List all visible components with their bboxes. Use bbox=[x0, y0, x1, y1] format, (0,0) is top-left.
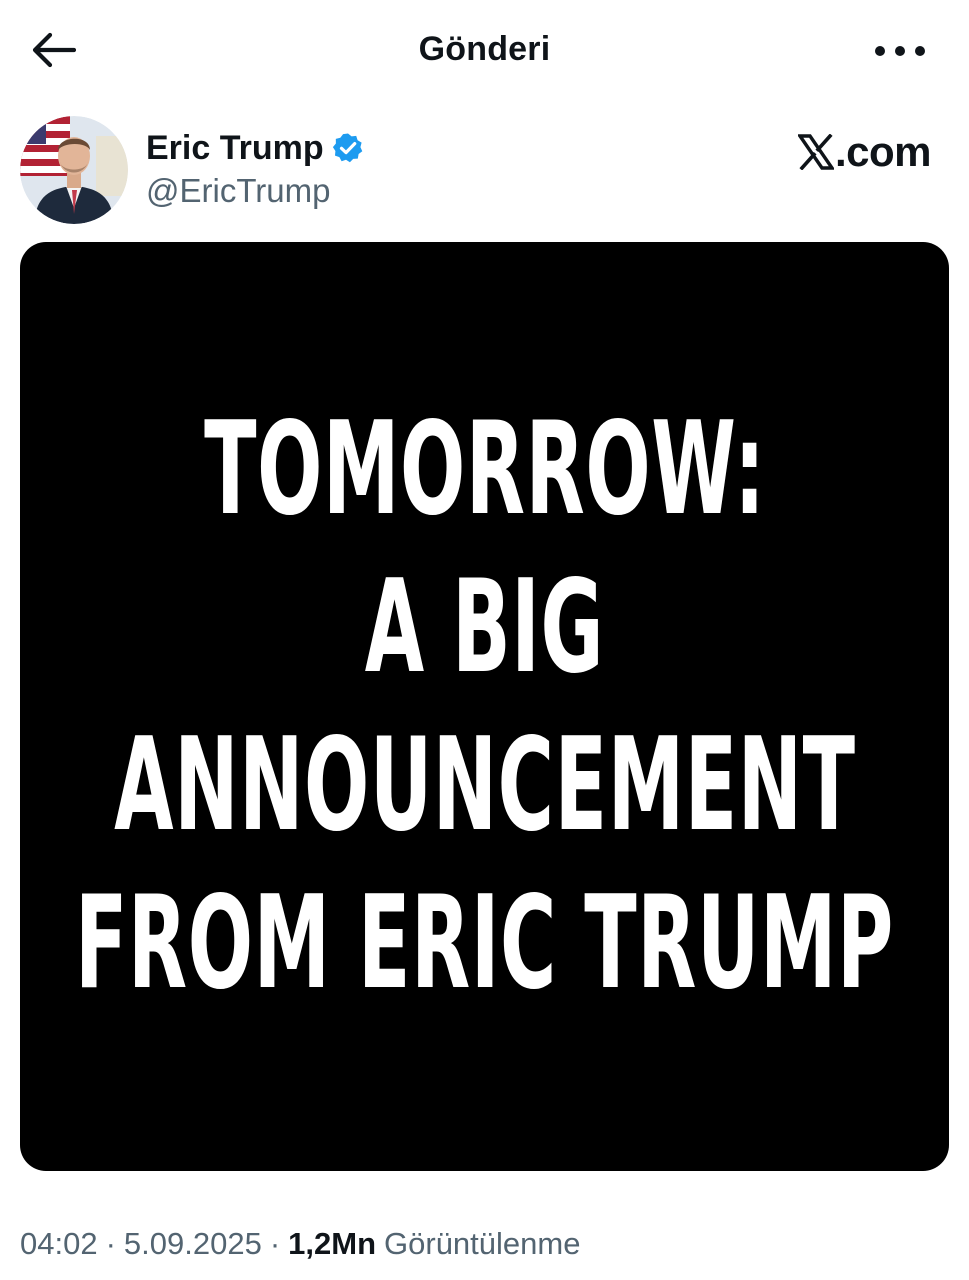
post-image-text: TOMORROW: A BIG ANNOUNCEMENT FROM ERIC T… bbox=[20, 242, 949, 1171]
post-meta: 04:02 · 5.09.2025 · 1,2Mn Görüntülenme bbox=[20, 1226, 580, 1262]
image-text-line-1: TOMORROW: bbox=[203, 394, 766, 544]
more-options-button[interactable] bbox=[873, 36, 927, 66]
author-name: Eric Trump bbox=[146, 128, 324, 167]
image-text-line-2: A BIG bbox=[364, 552, 605, 702]
post-time[interactable]: 04:02 bbox=[20, 1226, 98, 1262]
views-label: Görüntülenme bbox=[384, 1226, 581, 1261]
image-text-line-3: ANNOUNCEMENT bbox=[113, 710, 856, 860]
page-title: Gönderi bbox=[418, 30, 551, 68]
avatar[interactable] bbox=[20, 116, 128, 224]
x-logo-icon bbox=[797, 134, 834, 170]
post-image[interactable]: TOMORROW: A BIG ANNOUNCEMENT FROM ERIC T… bbox=[20, 242, 949, 1171]
verified-badge-icon bbox=[332, 132, 364, 164]
image-text-line-4: FROM ERIC TRUMP bbox=[75, 868, 894, 1018]
post-date[interactable]: 5.09.2025 bbox=[124, 1226, 262, 1262]
more-horizontal-icon bbox=[875, 46, 925, 56]
views-count[interactable]: 1,2Mn bbox=[288, 1226, 376, 1262]
meta-separator: · bbox=[105, 1226, 116, 1261]
top-bar: Gönderi bbox=[0, 0, 969, 100]
x-com-text: .com bbox=[834, 128, 932, 175]
profile-photo bbox=[20, 116, 128, 224]
post-detail-screen: Gönderi Eric Trump @EricTrump .com TOMOR… bbox=[0, 0, 969, 1280]
author-name-row[interactable]: Eric Trump bbox=[146, 126, 364, 170]
author-handle[interactable]: @EricTrump bbox=[146, 172, 330, 210]
x-com-watermark: .com bbox=[797, 128, 932, 176]
meta-separator: · bbox=[269, 1226, 281, 1261]
